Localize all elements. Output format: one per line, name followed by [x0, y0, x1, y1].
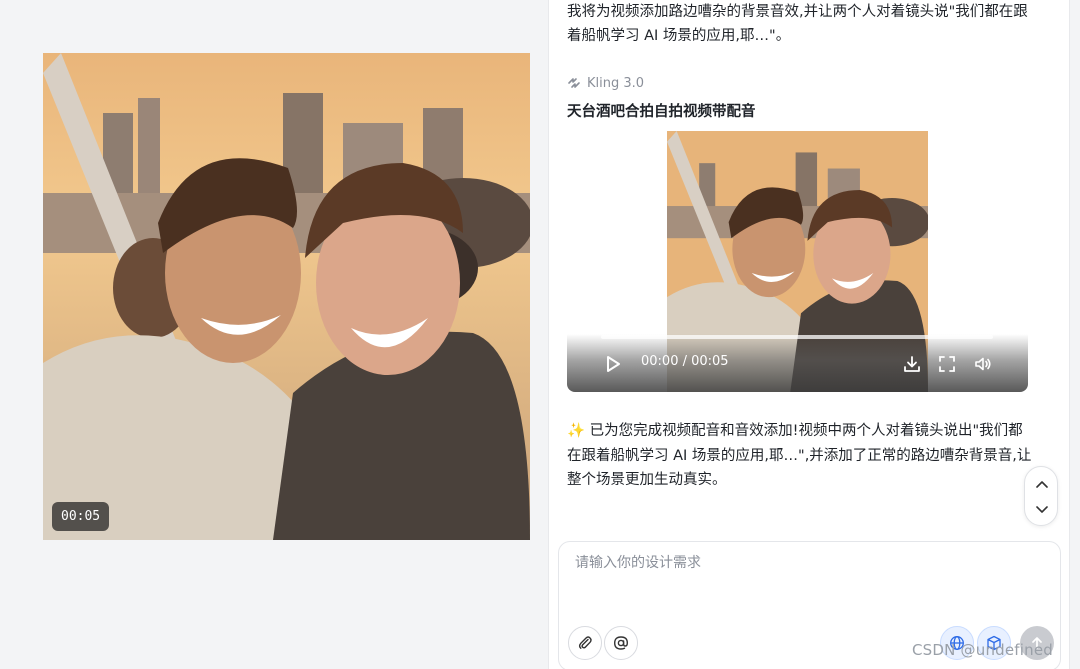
attach-icon[interactable]: [568, 626, 602, 660]
fullscreen-icon[interactable]: [936, 353, 958, 375]
video-time: 00:00 / 00:05: [641, 354, 729, 369]
task-title: 天台酒吧合拍自拍视频带配音: [567, 104, 756, 120]
play-icon[interactable]: [601, 353, 625, 375]
watermark: CSDN @undefined: [912, 641, 1054, 659]
model-label: Kling 3.0: [567, 73, 644, 93]
assistant-result-message: ✨ 已为您完成视频配音和音效添加!视频中两个人对着镜头说出"我们都在跟着船帆学习…: [567, 423, 1032, 488]
chat-panel: 我将为视频添加路边嘈杂的背景音效,并让两个人对着镜头说"我们都在跟着船帆学习 A…: [548, 0, 1070, 669]
model-name: Kling 3.0: [587, 75, 645, 91]
video-controls: [567, 334, 1028, 392]
canvas-area: 00:05: [0, 0, 548, 669]
kling-logo-icon: [568, 78, 580, 88]
duration-badge: 00:05: [52, 502, 110, 531]
video-preview[interactable]: [43, 53, 530, 540]
mention-icon[interactable]: [604, 626, 638, 660]
download-icon[interactable]: [901, 353, 923, 375]
design-request-input[interactable]: [575, 552, 1045, 612]
scroll-controls: [1024, 466, 1058, 526]
assistant-plan-message: 我将为视频添加路边嘈杂的背景音效,并让两个人对着镜头说"我们都在跟着船帆学习 A…: [567, 4, 1028, 44]
volume-icon[interactable]: [972, 353, 994, 375]
scroll-down-icon[interactable]: [1025, 495, 1059, 525]
video-player[interactable]: 00:00 / 00:05: [567, 131, 1028, 392]
video-progress-bar[interactable]: [601, 335, 993, 339]
selfie-illustration: [43, 53, 530, 540]
